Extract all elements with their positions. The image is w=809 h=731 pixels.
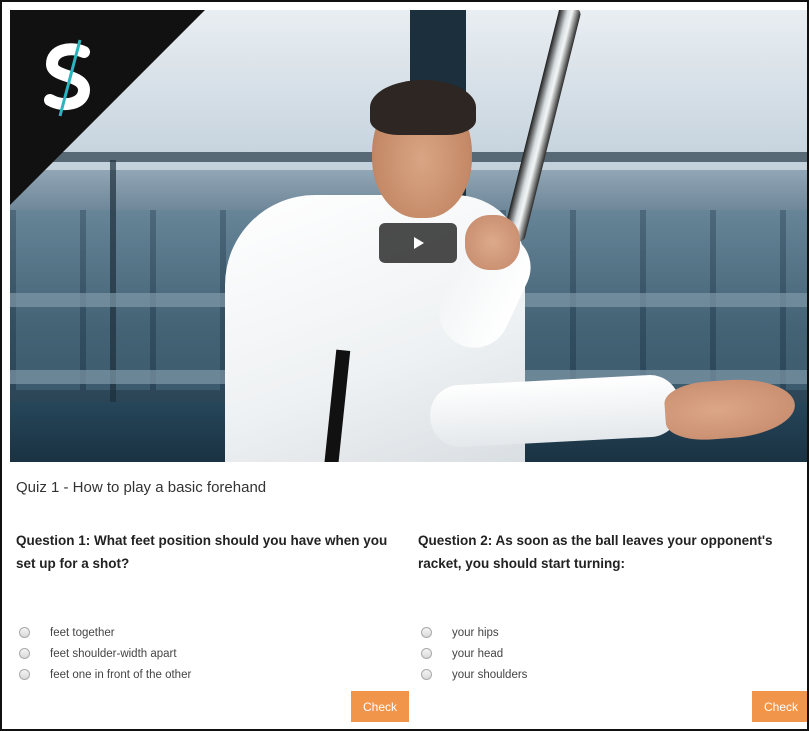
radio-button[interactable] xyxy=(19,669,30,680)
coach-hair xyxy=(370,80,476,135)
question-text: Question 1: What feet position should yo… xyxy=(16,533,388,571)
coach-hand xyxy=(465,215,520,270)
check-button-question-2[interactable]: Check xyxy=(752,691,807,722)
option-label: your shoulders xyxy=(452,668,528,681)
answer-option[interactable]: feet shoulder-width apart xyxy=(16,643,191,664)
option-label: your hips xyxy=(452,626,499,639)
option-label: feet shoulder-width apart xyxy=(50,647,177,660)
quiz-title: Quiz 1 - How to play a basic forehand xyxy=(16,479,267,496)
answer-option[interactable]: your hips xyxy=(418,622,527,643)
radio-button[interactable] xyxy=(19,648,30,659)
lesson-panel: Quiz 1 - How to play a basic forehand Qu… xyxy=(0,0,809,731)
question-2: Question 2: As soon as the ball leaves y… xyxy=(418,529,798,681)
s-logo-icon xyxy=(44,39,91,117)
play-icon xyxy=(414,237,424,249)
answer-options: your hips your head your shoulders xyxy=(418,622,527,685)
answer-options: feet together feet shoulder-width apart … xyxy=(16,622,191,685)
coach-extended-arm xyxy=(428,373,682,449)
answer-option[interactable]: feet together xyxy=(16,622,191,643)
radio-button[interactable] xyxy=(421,669,432,680)
check-button-question-1[interactable]: Check xyxy=(351,691,409,722)
radio-button[interactable] xyxy=(19,627,30,638)
play-button[interactable] xyxy=(379,223,457,263)
radio-button[interactable] xyxy=(421,627,432,638)
question-1: Question 1: What feet position should yo… xyxy=(16,529,396,681)
question-text: Question 2: As soon as the ball leaves y… xyxy=(418,533,773,571)
answer-option[interactable]: your head xyxy=(418,643,527,664)
option-label: your head xyxy=(452,647,504,660)
answer-option[interactable]: feet one in front of the other xyxy=(16,664,191,685)
option-label: feet together xyxy=(50,626,115,639)
radio-button[interactable] xyxy=(421,648,432,659)
option-label: feet one in front of the other xyxy=(50,668,192,681)
answer-option[interactable]: your shoulders xyxy=(418,664,527,685)
